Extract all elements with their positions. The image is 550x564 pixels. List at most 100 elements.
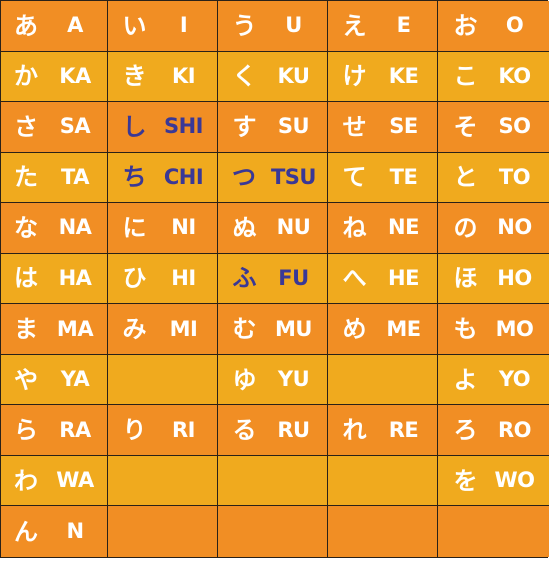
kana-cell: る RU [218, 405, 328, 456]
kana-cell: ち CHI [108, 152, 218, 204]
romaji-label: RI [172, 417, 195, 442]
hiragana-character: も [453, 315, 478, 344]
kana-cell: か KA [1, 51, 108, 103]
romaji-label: TA [61, 164, 89, 189]
hiragana-character: か [14, 62, 38, 91]
kana-cell: た TA [1, 152, 108, 204]
kana-cell: ぬ NU [218, 203, 328, 254]
hiragana-character: ま [14, 315, 38, 344]
hiragana-character: つ [231, 163, 256, 192]
empty-cell [108, 506, 218, 557]
kana-cell: ゆ YU [218, 354, 328, 406]
hiragana-character: れ [342, 416, 367, 445]
romaji-label: HE [388, 265, 419, 290]
kana-cell: め ME [328, 304, 438, 355]
romaji-label: HO [497, 265, 532, 290]
romaji-label: MU [275, 316, 312, 341]
kana-cell: いI [108, 1, 218, 52]
romaji-label: RU [277, 417, 310, 442]
kana-cell: ら RA [1, 405, 108, 456]
hiragana-character: た [14, 163, 38, 192]
romaji-label: RE [388, 417, 419, 442]
romaji-label: MA [56, 316, 94, 341]
kana-cell: く KU [218, 51, 328, 103]
kana-cell: と TO [438, 152, 549, 204]
kana-cell: に NI [108, 203, 218, 254]
hiragana-character: し [122, 112, 147, 141]
romaji-label: HI [171, 265, 196, 290]
romaji-label: WA [56, 468, 94, 493]
kana-cell: ま MA [1, 304, 108, 355]
romaji-label: NE [388, 215, 419, 240]
romaji-label: ME [386, 316, 421, 341]
kana-cell: り RI [108, 405, 218, 456]
romaji-label: YA [60, 367, 90, 392]
kana-cell: ほ HO [438, 253, 549, 305]
hiragana-character: す [232, 112, 257, 141]
kana-cell: ろ RO [438, 405, 549, 456]
kana-cell: へ HE [328, 253, 438, 305]
romaji-label: TE [389, 164, 418, 189]
romaji-label: MO [495, 316, 534, 341]
hiragana-character: あ [14, 11, 38, 40]
hiragana-character: ろ [453, 416, 478, 445]
romaji-label: SE [389, 114, 418, 139]
hiragana-character: う [232, 11, 257, 40]
hiragana-character: ね [342, 213, 367, 242]
kana-cell: せ SE [328, 102, 438, 153]
empty-cell [328, 354, 438, 406]
hiragana-character: い [122, 11, 147, 40]
kana-cell: な NA [1, 203, 108, 254]
kana-cell: えE [328, 1, 438, 52]
hiragana-character: む [232, 315, 257, 344]
kana-cell: よ YO [438, 354, 549, 406]
hiragana-character: ん [14, 517, 38, 546]
hiragana-chart: あ A い I う U え E お O か KA き KI く KU け KE こ KO さ SA し SHI す SU せ SE そ S… [0, 0, 549, 558]
hiragana-character: な [14, 213, 38, 242]
empty-cell [218, 506, 328, 557]
romaji-label: NO [497, 215, 532, 240]
empty-cell [438, 506, 549, 557]
romaji-label: NI [171, 215, 196, 240]
kana-cell: んN [1, 506, 108, 557]
kana-cell: ふ FU [218, 253, 328, 305]
hiragana-character: に [122, 213, 147, 242]
romaji-label: SHI [163, 114, 204, 139]
kana-cell: は HA [1, 253, 108, 305]
romaji-label: SA [59, 114, 91, 139]
hiragana-character: み [122, 315, 147, 344]
romaji-label: N [66, 519, 84, 544]
romaji-label: WO [494, 468, 535, 493]
hiragana-character: る [232, 416, 257, 445]
romaji-label: SU [277, 114, 310, 139]
kana-cell: あA [1, 1, 108, 52]
kana-cell: さ SA [1, 102, 108, 153]
hiragana-character: よ [453, 365, 478, 394]
romaji-label: KU [277, 63, 310, 88]
hiragana-character: を [453, 466, 478, 495]
kana-cell: うU [218, 1, 328, 52]
empty-cell [108, 455, 218, 507]
hiragana-character: お [453, 11, 478, 40]
kana-cell: し SHI [108, 102, 218, 153]
kana-cell: き KI [108, 51, 218, 103]
hiragana-character: ら [14, 416, 38, 445]
romaji-label: SO [498, 114, 531, 139]
romaji-label: O [505, 13, 524, 38]
hiragana-character: ひ [122, 264, 147, 293]
empty-cell [328, 506, 438, 557]
hiragana-character: ぬ [232, 213, 257, 242]
hiragana-character: け [342, 62, 367, 91]
kana-cell: む MU [218, 304, 328, 355]
kana-cell: み MI [108, 304, 218, 355]
romaji-label: YU [277, 367, 310, 392]
romaji-label: TO [498, 164, 531, 189]
hiragana-character: と [453, 163, 478, 192]
hiragana-character: は [14, 264, 38, 293]
romaji-label: CHI [163, 164, 204, 189]
hiragana-character: へ [342, 264, 367, 293]
hiragana-character: せ [342, 112, 367, 141]
romaji-label: U [285, 13, 302, 38]
kana-cell: て TE [328, 152, 438, 204]
hiragana-character: ほ [453, 264, 478, 293]
